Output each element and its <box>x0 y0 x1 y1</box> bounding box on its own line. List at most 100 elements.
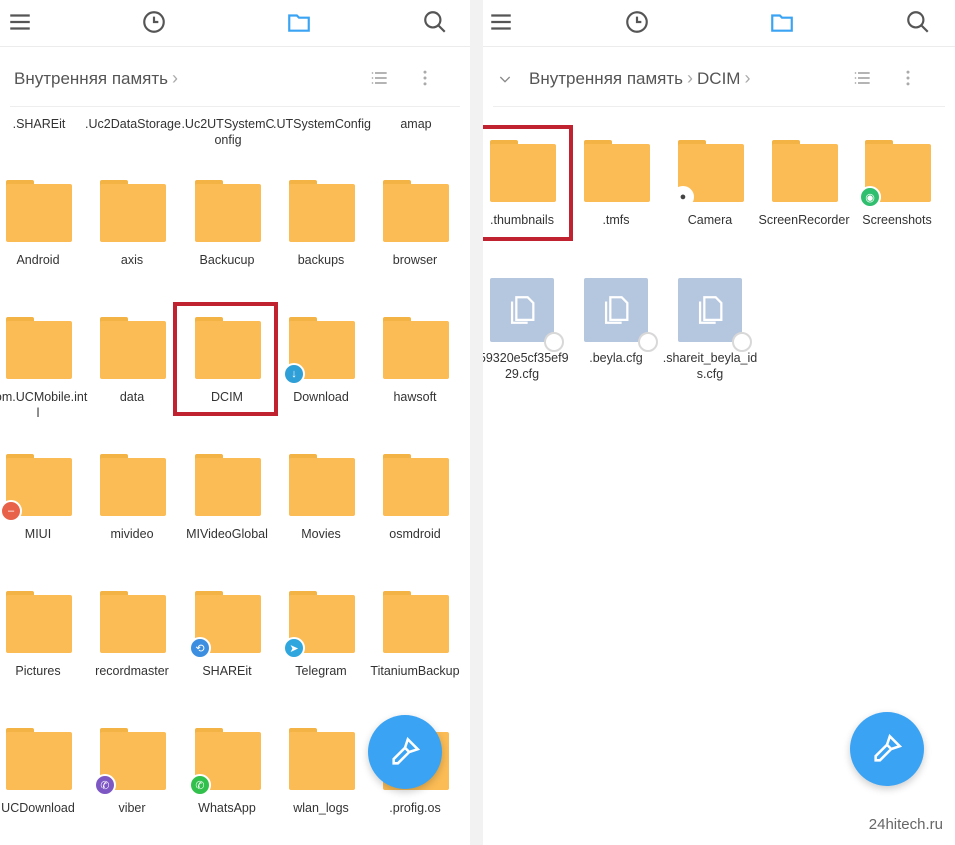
folder-icon <box>6 317 72 379</box>
folder-label[interactable]: amap <box>366 116 466 132</box>
right-pane: Внутренняя память › DCIM › .thumbnails .t… <box>483 0 955 845</box>
path-divider <box>493 106 945 107</box>
thumbnails-highlight-box <box>483 125 573 241</box>
recent-clock-icon[interactable] <box>140 8 168 36</box>
folder-icon: ✆ <box>94 728 166 796</box>
top-bar-divider <box>483 46 955 47</box>
breadcrumb-item[interactable]: Внутренняя память <box>14 69 168 89</box>
miui-badge-icon: – <box>0 500 22 522</box>
file-icon <box>678 278 752 352</box>
folder-label: hawsoft <box>393 390 437 404</box>
folder-label: MIVideoGlobal <box>186 527 268 541</box>
breadcrumb: Внутренняя память › DCIM › <box>493 68 754 89</box>
list-view-icon[interactable] <box>851 66 875 90</box>
folder-label: wlan_logs <box>293 801 349 815</box>
folder-label[interactable]: .SHAREit <box>0 116 89 132</box>
folder-tab-icon[interactable] <box>285 8 313 36</box>
folder-label: Android <box>16 253 60 267</box>
folder-icon <box>289 728 355 790</box>
top-bar-divider <box>0 46 470 47</box>
top-bar <box>483 0 955 46</box>
folder-icon <box>289 454 355 516</box>
folder-label: data <box>119 390 145 404</box>
file-label: .shareit_beyla_ids.cfg <box>662 351 758 381</box>
folder-label: mivideo <box>110 527 154 541</box>
folder-icon: ● <box>672 140 744 208</box>
telegram-badge-icon: ➤ <box>283 637 305 659</box>
folder-label: com.UCMobile.intl <box>0 390 88 420</box>
folder-label: browser <box>392 253 438 267</box>
folder-label: backups <box>297 253 345 267</box>
folder-label: recordmaster <box>95 664 169 678</box>
folder-icon <box>383 454 449 516</box>
folder-tab-icon[interactable] <box>768 8 796 36</box>
path-divider <box>10 106 460 107</box>
dcim-highlight-box <box>173 302 278 416</box>
folder-label: .tmfs <box>602 213 630 227</box>
folder-label: Backucup <box>199 253 255 267</box>
chevron-right-icon: › <box>687 68 694 88</box>
download-badge-icon: ↓ <box>283 363 305 385</box>
folder-icon <box>6 180 72 242</box>
folder-icon: ➤ <box>283 591 355 659</box>
file-label: .beyla.cfg <box>589 351 643 365</box>
folder-icon <box>289 180 355 242</box>
folder-icon <box>383 591 449 653</box>
folder-label: axis <box>120 253 144 267</box>
folder-icon: ↓ <box>283 317 355 385</box>
menu-icon[interactable] <box>6 8 34 36</box>
folder-icon <box>195 180 261 242</box>
top-bar <box>0 0 470 46</box>
folder-icon <box>100 591 166 653</box>
whatsapp-badge-icon: ✆ <box>189 774 211 796</box>
watermark-text: 24hitech.ru <box>868 816 943 833</box>
folder-icon <box>772 140 838 202</box>
more-vertical-icon[interactable] <box>413 66 437 90</box>
folder-label: Camera <box>687 213 733 227</box>
folder-label: MIUI <box>24 527 52 541</box>
folder-icon <box>6 728 72 790</box>
file-icon <box>490 278 564 352</box>
folder-label[interactable]: .UTSystemConfig <box>272 116 372 132</box>
cleaner-fab-button[interactable] <box>368 715 442 789</box>
breadcrumb: Внутренняя память › <box>14 68 182 89</box>
folder-icon: ✆ <box>189 728 261 796</box>
folder-label[interactable]: .Uc2DataStorage <box>83 116 183 132</box>
folder-label: TitaniumBackup <box>370 664 460 678</box>
select-circle-icon[interactable] <box>732 332 752 352</box>
folder-label[interactable]: .Uc2UTSystemConfig <box>178 116 278 148</box>
cleaner-fab-button[interactable] <box>850 712 924 786</box>
folder-icon: ◉ <box>859 140 931 208</box>
chevron-down-icon[interactable] <box>493 71 517 87</box>
search-icon[interactable] <box>421 8 449 36</box>
folder-label: osmdroid <box>389 527 441 541</box>
select-circle-icon[interactable] <box>638 332 658 352</box>
select-circle-icon[interactable] <box>544 332 564 352</box>
menu-icon[interactable] <box>487 8 515 36</box>
path-bar: Внутренняя память › <box>0 58 470 100</box>
folder-icon <box>383 180 449 242</box>
more-vertical-icon[interactable] <box>896 66 920 90</box>
file-label: .59320e5cf35ef929.cfg <box>483 351 569 381</box>
folder-label: Telegram <box>295 664 347 678</box>
folder-icon: ⟲ <box>189 591 261 659</box>
folder-label: UCDownload <box>1 801 75 815</box>
shareit-badge-icon: ⟲ <box>189 637 211 659</box>
folder-icon <box>100 180 166 242</box>
path-bar: Внутренняя память › DCIM › <box>483 58 955 100</box>
folder-label: SHAREit <box>202 664 252 678</box>
folder-label: Download <box>293 390 349 404</box>
list-view-icon[interactable] <box>368 66 392 90</box>
search-icon[interactable] <box>904 8 932 36</box>
folder-icon <box>584 140 650 202</box>
folder-icon <box>195 454 261 516</box>
breadcrumb-item[interactable]: DCIM <box>697 69 740 89</box>
screenshots-badge-icon: ◉ <box>859 186 881 208</box>
folder-icon <box>100 317 166 379</box>
viber-badge-icon: ✆ <box>94 774 116 796</box>
recent-clock-icon[interactable] <box>623 8 651 36</box>
folder-icon <box>100 454 166 516</box>
folder-label: Pictures <box>15 664 61 678</box>
folder-icon <box>6 591 72 653</box>
breadcrumb-item[interactable]: Внутренняя память <box>529 69 683 89</box>
